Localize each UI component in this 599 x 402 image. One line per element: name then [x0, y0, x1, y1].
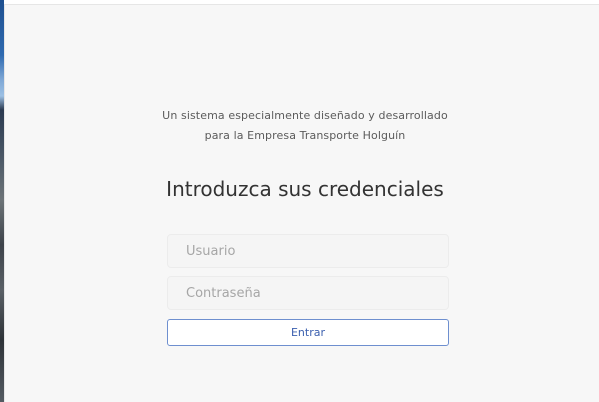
username-input[interactable] [167, 234, 449, 268]
login-button[interactable]: Entrar [167, 319, 449, 346]
app-tagline: Un sistema especialmente diseñado y desa… [162, 109, 448, 142]
login-heading: Introduzca sus credenciales [166, 177, 444, 201]
login-panel: Un sistema especialmente diseñado y desa… [4, 4, 599, 402]
login-page: Un sistema especialmente diseñado y desa… [0, 0, 599, 402]
password-input[interactable] [167, 276, 449, 310]
